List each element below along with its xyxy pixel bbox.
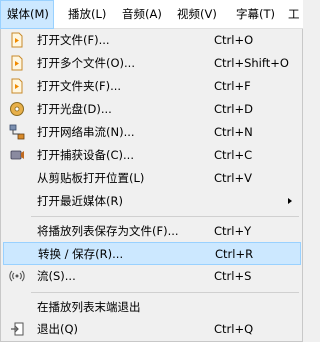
menu-item-label: 打开多个文件(O)... bbox=[37, 56, 135, 70]
menu-item-label: 打开光盘(D)... bbox=[37, 102, 112, 116]
menu-playback[interactable]: 播放(L) bbox=[62, 0, 110, 29]
menu-item-shortcut: Ctrl+Shift+O bbox=[214, 56, 289, 70]
media-dropdown-menu: 打开文件(F)... Ctrl+O 打开多个文件(O)... Ctrl+Shif… bbox=[0, 29, 303, 342]
menu-item-open-recent-media[interactable]: 打开最近媒体(R) bbox=[3, 190, 301, 213]
menu-item-convert-save[interactable]: 转换 / 保存(R)... Ctrl+R bbox=[3, 242, 301, 265]
broadcast-icon bbox=[9, 268, 25, 284]
menu-item-shortcut: Ctrl+D bbox=[214, 102, 253, 116]
menu-item-shortcut: Ctrl+V bbox=[214, 171, 252, 185]
menu-subtitle[interactable]: 字幕(T) bbox=[230, 0, 282, 29]
menu-item-quit[interactable]: 退出(Q) Ctrl+Q bbox=[3, 318, 301, 341]
menu-item-open-disc[interactable]: 打开光盘(D)... Ctrl+D bbox=[3, 98, 301, 121]
menu-item-label: 打开网络串流(N)... bbox=[37, 125, 135, 139]
menu-bar: 媒体(M) 播放(L) 音频(A) 视频(V) 字幕(T) 工 bbox=[0, 0, 303, 29]
menu-separator bbox=[31, 216, 299, 217]
submenu-arrow-icon bbox=[288, 198, 292, 204]
menu-item-open-folder[interactable]: 打开文件夹(F)... Ctrl+F bbox=[3, 75, 301, 98]
menu-item-open-network-stream[interactable]: 打开网络串流(N)... Ctrl+N bbox=[3, 121, 301, 144]
menu-item-label: 流(S)... bbox=[37, 269, 76, 283]
menu-item-shortcut: Ctrl+Y bbox=[214, 224, 252, 238]
menu-item-open-file[interactable]: 打开文件(F)... Ctrl+O bbox=[3, 29, 301, 52]
menu-item-shortcut: Ctrl+Q bbox=[214, 322, 254, 336]
menu-media[interactable]: 媒体(M) bbox=[0, 0, 54, 29]
menu-item-stream[interactable]: 流(S)... Ctrl+S bbox=[3, 265, 301, 288]
menu-item-label: 将播放列表保存为文件(F)... bbox=[37, 224, 179, 238]
menu-item-label: 退出(Q) bbox=[37, 322, 79, 336]
menu-item-shortcut: Ctrl+R bbox=[215, 247, 254, 261]
menu-item-label: 从剪贴板打开位置(L) bbox=[37, 171, 145, 185]
menu-item-open-multiple-files[interactable]: 打开多个文件(O)... Ctrl+Shift+O bbox=[3, 52, 301, 75]
menu-item-shortcut: Ctrl+S bbox=[214, 269, 252, 283]
menu-item-label: 转换 / 保存(R)... bbox=[38, 247, 124, 261]
menu-item-label: 打开捕获设备(C)... bbox=[37, 148, 134, 162]
exit-icon bbox=[9, 321, 25, 337]
menu-audio[interactable]: 音频(A) bbox=[116, 0, 166, 29]
capture-device-icon bbox=[9, 147, 25, 163]
menu-item-shortcut: Ctrl+O bbox=[214, 33, 254, 47]
menu-item-label: 打开文件夹(F)... bbox=[37, 79, 122, 93]
menu-item-label: 打开文件(F)... bbox=[37, 33, 110, 47]
menu-video[interactable]: 视频(V) bbox=[171, 0, 227, 29]
file-icon bbox=[9, 55, 25, 71]
menu-item-shortcut: Ctrl+C bbox=[214, 148, 253, 162]
file-icon bbox=[9, 78, 25, 94]
menu-item-open-from-clipboard[interactable]: 从剪贴板打开位置(L) Ctrl+V bbox=[3, 167, 301, 190]
network-icon bbox=[9, 124, 25, 140]
menu-item-shortcut: Ctrl+F bbox=[214, 79, 251, 93]
menu-item-quit-at-end-of-playlist[interactable]: 在播放列表末端退出 bbox=[3, 296, 301, 319]
file-icon bbox=[9, 32, 25, 48]
menu-item-open-capture-device[interactable]: 打开捕获设备(C)... Ctrl+C bbox=[3, 144, 301, 167]
menu-item-save-playlist[interactable]: 将播放列表保存为文件(F)... Ctrl+Y bbox=[3, 220, 301, 243]
menu-item-label: 打开最近媒体(R) bbox=[37, 194, 123, 208]
menu-tools[interactable]: 工 bbox=[284, 0, 303, 29]
menu-item-shortcut: Ctrl+N bbox=[214, 125, 253, 139]
disc-icon bbox=[9, 101, 25, 117]
menu-separator bbox=[31, 292, 299, 293]
menu-item-label: 在播放列表末端退出 bbox=[37, 300, 141, 314]
